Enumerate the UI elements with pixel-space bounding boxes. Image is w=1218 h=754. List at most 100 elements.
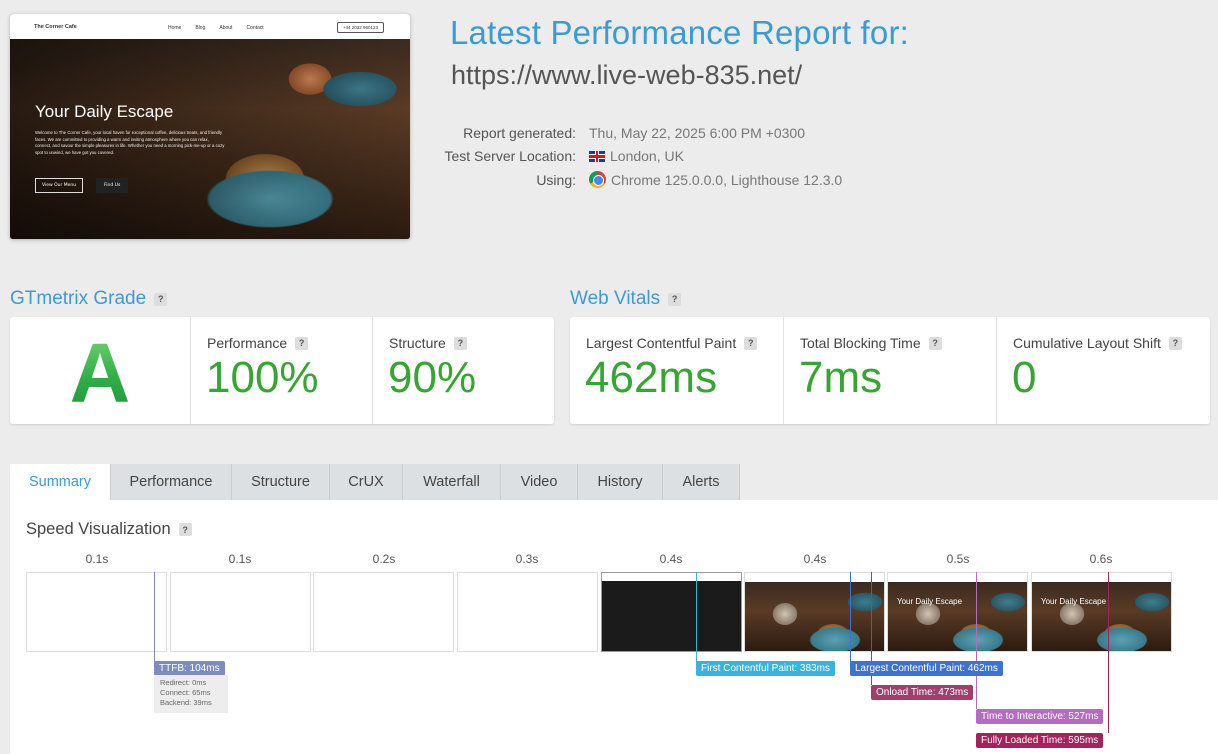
performance-label: Performance? <box>207 335 309 351</box>
page-screenshot-thumbnail[interactable]: The Corner Cafe Home Blog About Contact … <box>10 14 410 239</box>
tab-structure[interactable]: Structure <box>232 464 330 500</box>
gtmetrix-grade-title: GTmetrix Grade <box>10 288 147 309</box>
frame-time: 0.2s <box>372 552 396 566</box>
fcp-line <box>696 572 697 662</box>
filmstrip-frame[interactable] <box>601 572 742 652</box>
tab-performance[interactable]: Performance <box>111 464 232 500</box>
frame-hero-title: Your Daily Escape <box>897 597 963 606</box>
lcp-value: 462ms <box>585 353 718 402</box>
report-meta: Report generated: Thu, May 22, 2025 6:00… <box>400 121 842 192</box>
tab-video[interactable]: Video <box>501 464 578 500</box>
thumbnail-navbar: The Corner Cafe Home Blog About Contact … <box>10 14 410 39</box>
performance-value: 100% <box>206 353 319 402</box>
tab-waterfall[interactable]: Waterfall <box>403 464 501 500</box>
cls-label: Cumulative Layout Shift? <box>1013 335 1182 351</box>
tti-line <box>976 572 977 709</box>
structure-label: Structure? <box>389 335 467 351</box>
ttfb-redirect: Redirect: 0ms <box>160 678 207 687</box>
filmstrip-frame[interactable] <box>744 572 885 652</box>
thumbnail-hero-text: Welcome to The Corner Cafe, your local h… <box>35 130 225 155</box>
performance-cell: Performance? 100% <box>191 317 373 424</box>
report-title: Latest Performance Report for: <box>450 14 910 51</box>
ttfb-connect: Connect: 65ms <box>160 688 211 697</box>
structure-value: 90% <box>388 353 477 402</box>
meta-label: Report generated: <box>463 124 576 141</box>
grade-cell: A <box>10 317 191 424</box>
fully-loaded-marker[interactable]: Fully Loaded Time: 595ms <box>976 733 1104 748</box>
thumbnail-find-button: Find Us <box>96 178 129 193</box>
thumbnail-menu-button: View Our Menu <box>35 178 84 193</box>
meta-label: Using: <box>536 171 576 188</box>
tab-history[interactable]: History <box>578 464 663 500</box>
help-icon[interactable]: ? <box>1168 336 1182 350</box>
report-url[interactable]: https://www.live-web-835.net/ <box>451 60 802 91</box>
filmstrip-frame[interactable] <box>170 572 311 652</box>
help-icon[interactable]: ? <box>295 336 309 350</box>
cls-cell: Cumulative Layout Shift? 0 <box>997 317 1210 424</box>
meta-value: Chrome 125.0.0.0, Lighthouse 12.3.0 <box>589 171 842 189</box>
thumbnail-nav-link: Home <box>168 25 182 31</box>
grade-letter: A <box>10 325 190 422</box>
speed-visualization-title: Speed Visualization <box>26 520 171 538</box>
fcp-marker[interactable]: First Contentful Paint: 383ms <box>696 661 835 676</box>
frame-hero-title: Your Daily Escape <box>1041 597 1107 606</box>
web-vitals-title: Web Vitals <box>570 288 661 309</box>
meta-value: Thu, May 22, 2025 6:00 PM +0300 <box>589 124 805 141</box>
lcp-marker[interactable]: Largest Contentful Paint: 462ms <box>850 661 1003 676</box>
frame-time: 0.4s <box>659 552 683 566</box>
chrome-icon <box>589 171 606 189</box>
thumbnail-hero-image: Your Daily Escape Welcome to The Corner … <box>10 39 410 239</box>
report-tabs: Summary Performance Structure CrUX Water… <box>10 464 740 500</box>
lcp-label: Largest Contentful Paint? <box>586 335 758 351</box>
ttfb-backend: Backend: 39ms <box>160 698 212 707</box>
ttfb-marker[interactable]: TTFB: 104ms <box>154 661 225 676</box>
thumbnail-nav-link: Blog <box>195 25 206 31</box>
frame-time: 0.5s <box>946 552 970 566</box>
help-icon[interactable]: ? <box>178 523 192 536</box>
help-icon[interactable]: ? <box>154 292 168 306</box>
ttfb-line <box>154 572 155 662</box>
thumbnail-nav-links: Home Blog About Contact <box>168 25 264 31</box>
help-icon[interactable]: ? <box>453 336 467 350</box>
tab-summary[interactable]: Summary <box>10 464 111 500</box>
thumbnail-hero-title: Your Daily Escape <box>35 102 174 121</box>
filmstrip-frame[interactable]: Your Daily Escape <box>1031 572 1172 652</box>
gtmetrix-grade-panel: A Performance? 100% Structure? 90% <box>10 317 554 424</box>
gtmetrix-grade-heading: GTmetrix Grade ? <box>10 288 168 310</box>
tab-alerts[interactable]: Alerts <box>663 464 740 500</box>
lcp-line <box>850 572 851 662</box>
help-icon[interactable]: ? <box>928 336 942 350</box>
structure-cell: Structure? 90% <box>373 317 554 424</box>
uk-flag-icon <box>589 150 605 162</box>
help-icon[interactable]: ? <box>744 336 758 350</box>
frame-time: 0.1s <box>85 552 109 566</box>
help-icon[interactable]: ? <box>668 292 682 306</box>
meta-row-location: Test Server Location: London, UK <box>400 145 842 169</box>
filmstrip-frame[interactable]: Your Daily Escape <box>887 572 1028 652</box>
tab-crux[interactable]: CrUX <box>330 464 403 500</box>
web-vitals-heading: Web Vitals ? <box>570 288 682 310</box>
frame-time: 0.1s <box>228 552 252 566</box>
ttfb-breakdown: Redirect: 0ms Connect: 65ms Backend: 39m… <box>154 675 228 713</box>
meta-row-generated: Report generated: Thu, May 22, 2025 6:00… <box>400 121 842 145</box>
lcp-cell: Largest Contentful Paint? 462ms <box>570 317 784 424</box>
meta-label: Test Server Location: <box>444 148 576 165</box>
tbt-label: Total Blocking Time? <box>800 335 942 351</box>
filmstrip-frame[interactable] <box>457 572 598 652</box>
thumbnail-nav-link: Contact <box>246 25 264 31</box>
onload-marker[interactable]: Onload Time: 473ms <box>871 685 974 700</box>
filmstrip-frame[interactable] <box>313 572 454 652</box>
tbt-value: 7ms <box>799 353 883 402</box>
cls-value: 0 <box>1012 353 1037 402</box>
web-vitals-panel: Largest Contentful Paint? 462ms Total Bl… <box>570 317 1210 424</box>
filmstrip-frame[interactable] <box>26 572 167 652</box>
frame-time: 0.3s <box>515 552 539 566</box>
thumbnail-nav-link: About <box>219 25 233 31</box>
fully-loaded-line <box>1108 572 1109 733</box>
frame-time: 0.6s <box>1089 552 1113 566</box>
meta-row-using: Using: Chrome 125.0.0.0, Lighthouse 12.3… <box>400 168 842 192</box>
meta-value: London, UK <box>589 148 684 164</box>
tti-marker[interactable]: Time to Interactive: 527ms <box>976 709 1104 724</box>
frame-time: 0.4s <box>803 552 827 566</box>
thumbnail-brand: The Corner Cafe <box>34 24 77 30</box>
